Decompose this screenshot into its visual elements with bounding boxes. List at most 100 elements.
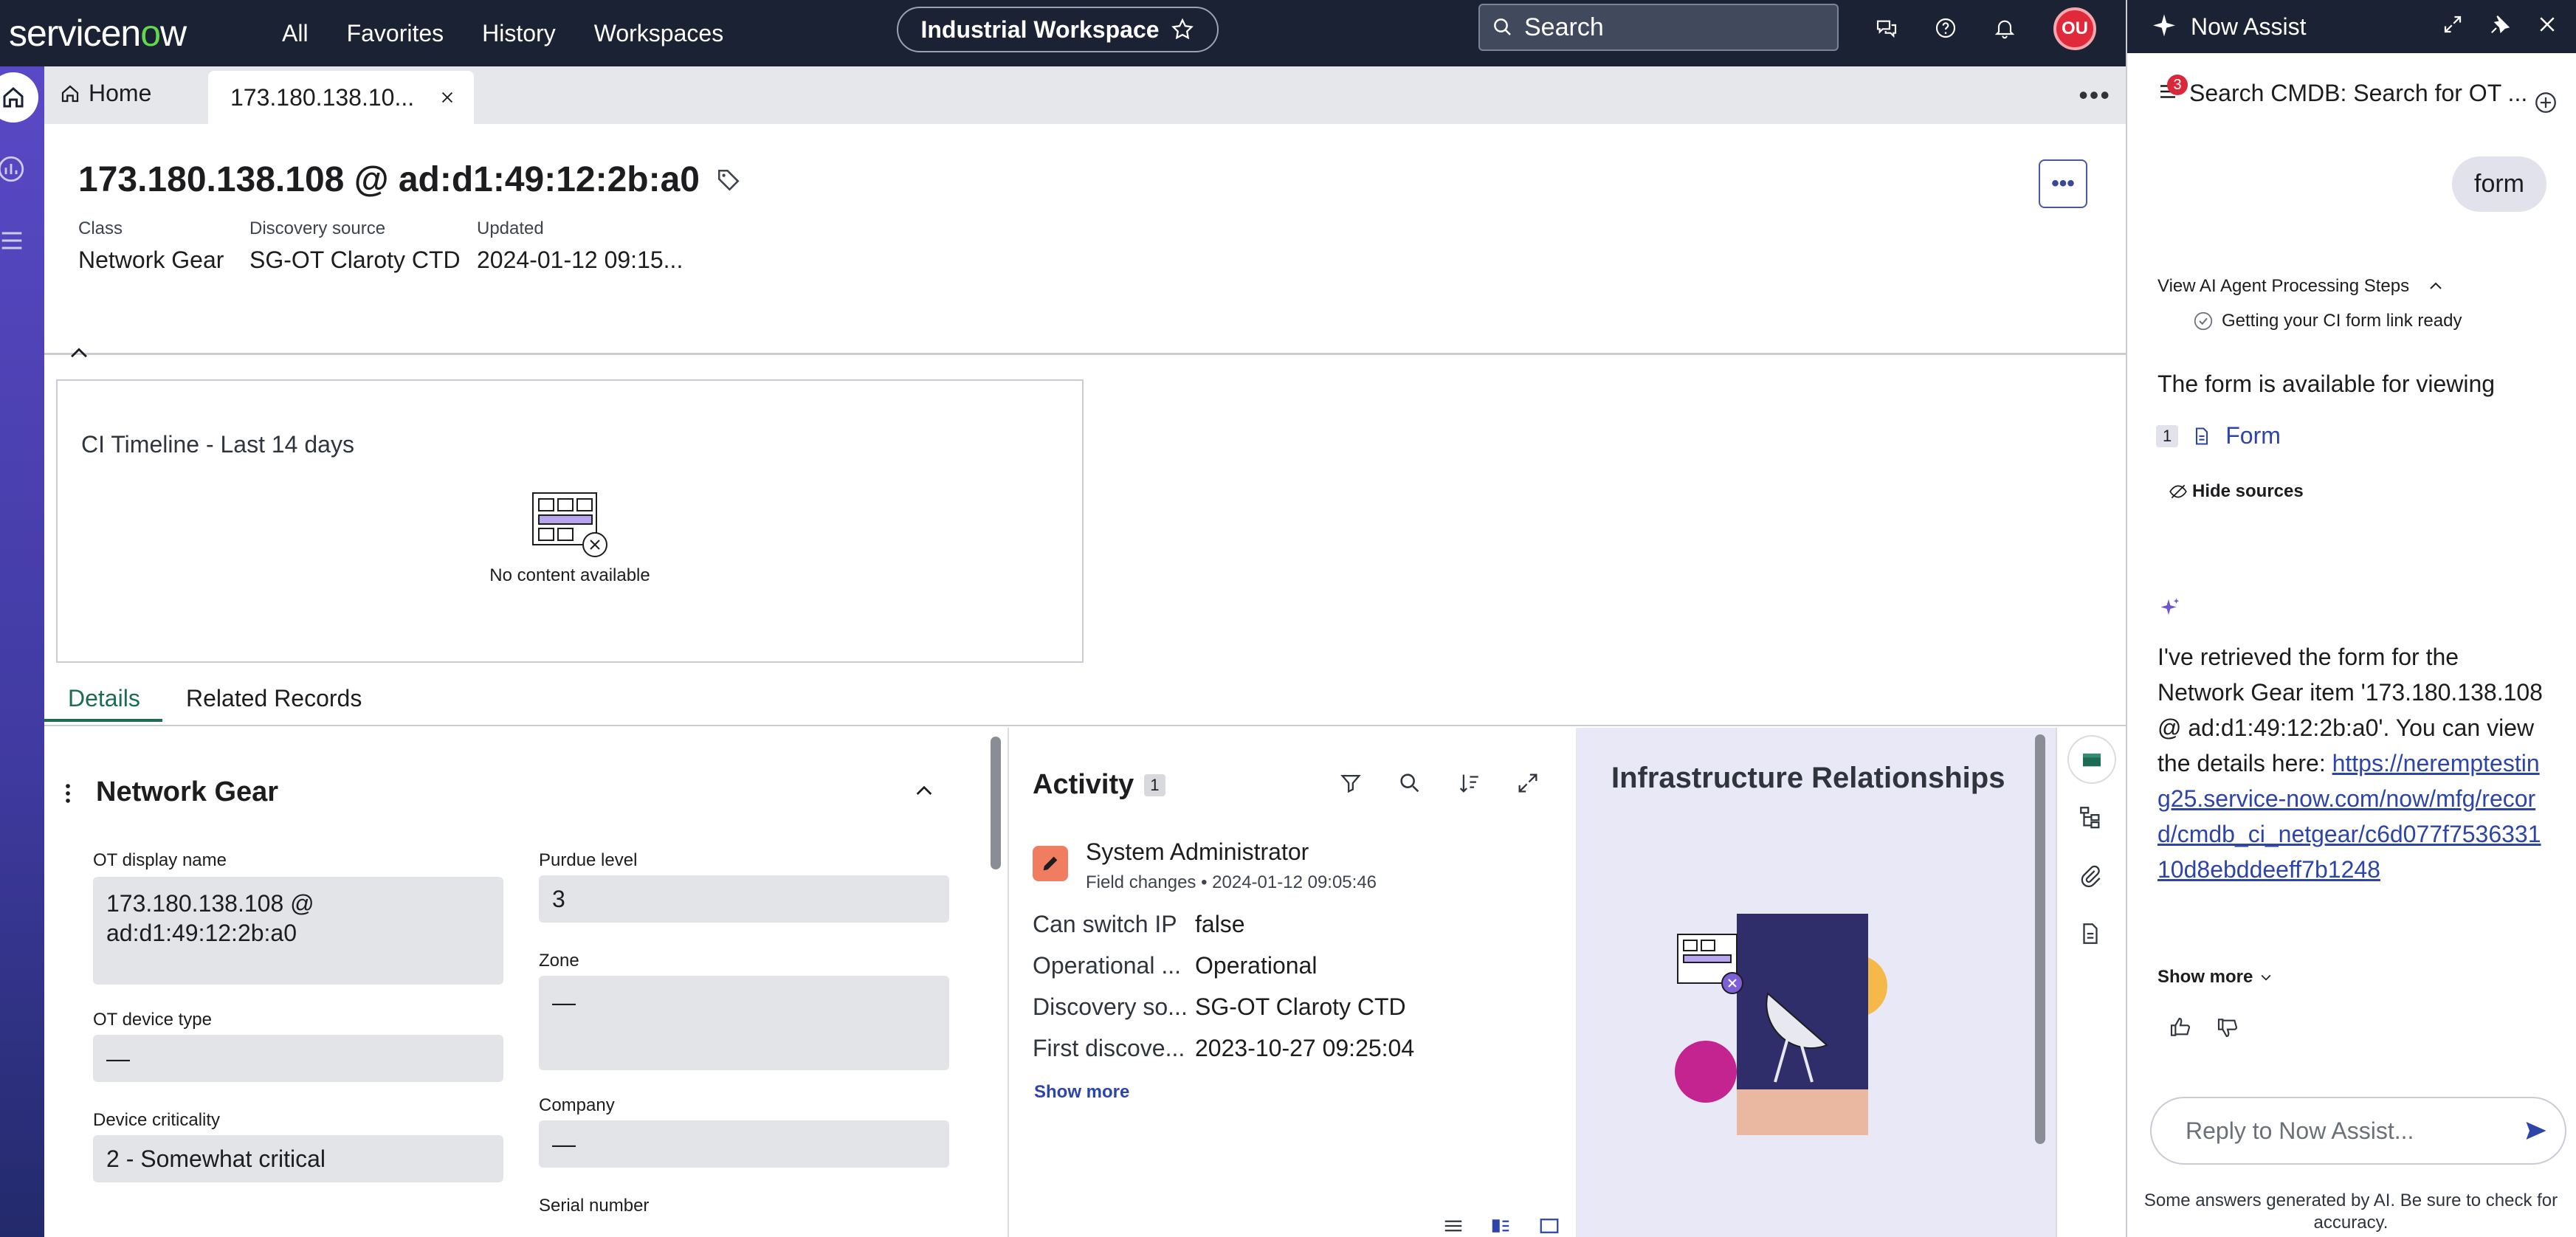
tab-details[interactable]: Details [68, 685, 140, 712]
activity-subtitle: Field changes • 2024-01-12 09:05:46 [1086, 872, 1377, 892]
reply-input[interactable]: Reply to Now Assist... [2150, 1097, 2566, 1165]
side-tab-relationships[interactable] [2069, 737, 2115, 782]
meta-updated-value: 2024-01-12 09:15... [477, 247, 683, 273]
attachment-icon[interactable] [2078, 864, 2103, 889]
hide-sources-button[interactable]: Hide sources [2169, 481, 2304, 502]
sparkle-icon [2160, 598, 2180, 615]
tab-current-record-label: 173.180.138.10... [230, 83, 415, 111]
nav-history[interactable]: History [482, 20, 556, 47]
expand-icon[interactable] [1515, 771, 1540, 796]
pin-icon[interactable] [2489, 13, 2511, 35]
activity-row-key: First discove... [1033, 1035, 1185, 1061]
meta-source-value: SG-OT Claroty CTD [249, 247, 461, 273]
star-icon[interactable] [1170, 17, 1195, 42]
purdue-level-label: Purdue level [539, 850, 638, 870]
split-view-icon[interactable] [1490, 1216, 1512, 1236]
filter-icon[interactable] [1338, 771, 1363, 796]
tab-current-record[interactable]: 173.180.138.10... [208, 71, 474, 124]
record-title: 173.180.138.108 @ ad:d1:49:12:2b:a0 [78, 160, 700, 199]
details-scrollbar[interactable] [991, 737, 1001, 869]
nav-all[interactable]: All [282, 20, 309, 47]
device-criticality-field[interactable]: 2 - Somewhat critical [93, 1135, 503, 1182]
workspace-pill[interactable]: Industrial Workspace [897, 7, 1219, 52]
tab-related-records[interactable]: Related Records [186, 685, 362, 712]
infrastructure-relationships-panel: Infrastructure Relationships [1576, 728, 2056, 1237]
source-form-link[interactable]: Form [2225, 422, 2281, 449]
record-more-actions-button[interactable]: ••• [2039, 159, 2087, 208]
activity-row: Operational ... Operational [1033, 952, 1317, 979]
processing-step-text: Getting your CI form link ready [2222, 311, 2462, 331]
search-icon[interactable] [1397, 771, 1422, 796]
list-view-icon[interactable] [1442, 1216, 1464, 1236]
tag-icon[interactable] [716, 168, 741, 193]
record-title-row: 173.180.138.108 @ ad:d1:49:12:2b:a0 [78, 159, 741, 200]
conversation-list-button[interactable]: 3 [2157, 75, 2188, 106]
source-item[interactable]: 1 Form [2156, 422, 2281, 449]
purdue-level-field[interactable]: 3 [539, 875, 949, 923]
company-field[interactable]: — [539, 1120, 949, 1168]
details-tab-indicator [44, 719, 162, 722]
notifications-bell-icon[interactable] [1988, 12, 2021, 44]
drag-handle-icon[interactable] [62, 781, 74, 806]
logo-text-suffix: w [160, 13, 187, 54]
logo-text-o: o [140, 13, 161, 54]
section-collapse-chevron-icon[interactable] [912, 779, 936, 803]
hierarchy-icon[interactable] [2078, 804, 2103, 830]
home-icon [61, 85, 79, 102]
ot-display-name-field[interactable]: 173.180.138.108 @ ad:d1:49:12:2b:a0 [93, 877, 503, 985]
single-view-icon[interactable] [1538, 1216, 1560, 1236]
processing-steps-label: View AI Agent Processing Steps [2157, 276, 2410, 296]
activity-row-key: Discovery so... [1033, 993, 1188, 1020]
nav-favorites[interactable]: Favorites [347, 20, 444, 47]
infra-title: Infrastructure Relationships [1611, 762, 2005, 794]
nav-workspaces[interactable]: Workspaces [594, 20, 723, 47]
record-tab-bar: Home 173.180.138.10... ••• [44, 66, 2126, 124]
search-icon [1494, 18, 1511, 35]
zone-field[interactable]: — [539, 976, 949, 1070]
activity-panel: Activity 1 System Administrator Field ch… [1008, 728, 1576, 1237]
user-avatar[interactable]: OU [2053, 7, 2096, 50]
processing-steps-toggle[interactable]: View AI Agent Processing Steps [2157, 276, 2445, 297]
infra-scrollbar[interactable] [2035, 734, 2045, 1144]
close-icon[interactable] [2536, 13, 2558, 35]
conversation-header: 3 Search CMDB: Search for OT ... [2157, 75, 2527, 107]
ot-device-type-field[interactable]: — [93, 1035, 503, 1082]
ci-timeline-title: CI Timeline - Last 14 days [81, 431, 354, 458]
workspace-pill-label: Industrial Workspace [920, 15, 1160, 43]
expand-icon[interactable] [2442, 13, 2464, 35]
tab-overflow-menu[interactable]: ••• [2079, 80, 2111, 111]
activity-row-value: SG-OT Claroty CTD [1195, 993, 1406, 1020]
document-icon[interactable] [2078, 921, 2103, 946]
edit-pencil-icon [1033, 846, 1068, 881]
servicenow-logo[interactable]: servicenow [9, 12, 282, 55]
activity-count-badge: 1 [1144, 773, 1165, 796]
tab-home[interactable]: Home [59, 80, 151, 107]
thumbs-down-icon[interactable] [2216, 1016, 2239, 1039]
send-icon[interactable] [2523, 1117, 2549, 1144]
processing-step: Getting your CI form link ready [2192, 310, 2462, 332]
rail-home-icon[interactable] [0, 72, 38, 123]
ai-disclaimer: Some answers generated by AI. Be sure to… [2143, 1191, 2558, 1233]
record-subtabs: Details Related Records [44, 676, 2126, 726]
rail-analytics-icon[interactable] [0, 154, 27, 188]
chat-icon[interactable] [1870, 12, 1903, 44]
now-assist-title: Now Assist [2191, 13, 2307, 40]
eye-slash-icon [2169, 484, 2187, 499]
activity-row-value: Operational [1195, 952, 1318, 979]
meta-updated: Updated 2024-01-12 09:15... [477, 218, 683, 274]
rail-list-icon[interactable] [0, 226, 27, 259]
new-conversation-plus-icon[interactable] [2533, 90, 2558, 115]
activity-row: Can switch IP false [1033, 911, 1245, 938]
activity-show-more-link[interactable]: Show more [1034, 1082, 1129, 1103]
help-icon[interactable] [1929, 12, 1962, 44]
activity-user: System Administrator [1086, 838, 1309, 865]
empty-relationships-illustration-icon [1675, 914, 1887, 1135]
empty-state-illustration-icon [532, 492, 607, 557]
conversation-count-badge: 3 [2167, 75, 2188, 95]
thumbs-up-icon[interactable] [2169, 1016, 2192, 1039]
sort-icon[interactable] [1456, 771, 1481, 796]
chevron-up-icon[interactable] [66, 341, 92, 366]
global-search-input[interactable]: Search [1478, 4, 1839, 51]
close-tab-icon[interactable] [439, 89, 455, 106]
show-more-button[interactable]: Show more [2157, 967, 2273, 988]
